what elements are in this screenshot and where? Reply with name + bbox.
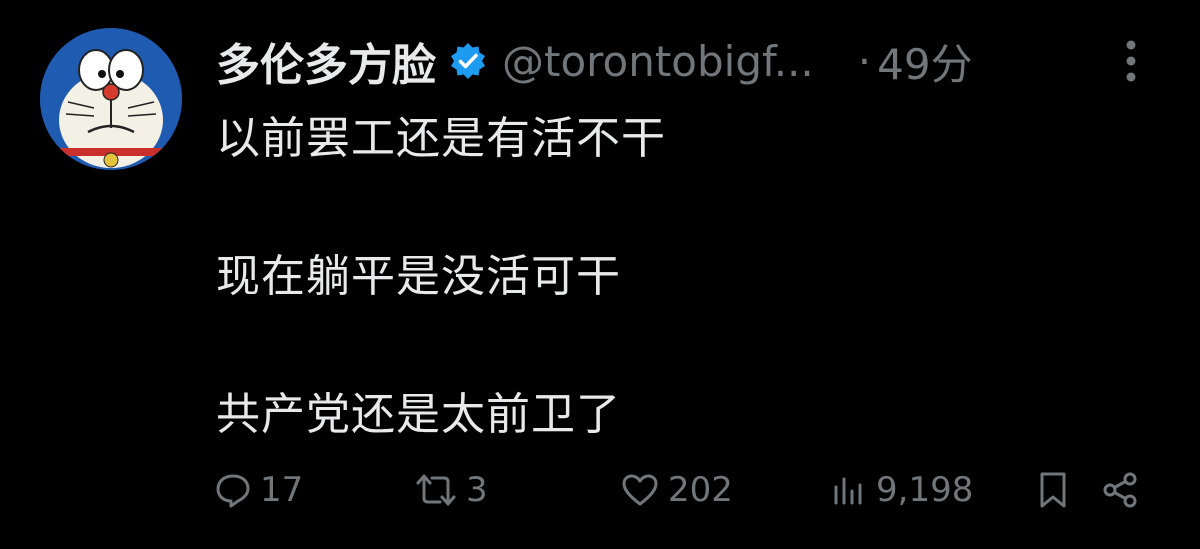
more-vertical-icon[interactable] — [1118, 38, 1144, 84]
share-button[interactable] — [1100, 462, 1140, 518]
share-icon — [1103, 472, 1137, 508]
views-count: 9,198 — [876, 470, 974, 510]
verified-badge-icon — [448, 41, 488, 81]
tweet: 多伦多方脸 @torontobigf... · 49分 以前罢工还是有活不干 现… — [0, 0, 1200, 549]
handle[interactable]: @torontobigf... — [502, 37, 814, 86]
heart-icon — [622, 474, 658, 506]
like-count: 202 — [668, 470, 733, 510]
bookmark-button[interactable] — [1036, 462, 1070, 518]
separator-dot: · — [857, 36, 872, 86]
tweet-header: 多伦多方脸 @torontobigf... · 49分 — [216, 30, 973, 92]
tweet-text-line: 以前罢工还是有活不干 — [216, 113, 666, 164]
display-name[interactable]: 多伦多方脸 — [216, 29, 436, 93]
views-button[interactable]: 9,198 — [830, 462, 973, 518]
reply-button[interactable]: 17 — [214, 462, 303, 518]
reply-count: 17 — [260, 470, 304, 510]
like-button[interactable]: 202 — [620, 462, 733, 518]
retweet-button[interactable]: 3 — [414, 462, 488, 518]
action-bar: 17 3 202 9,198 — [0, 462, 1200, 518]
retweet-count: 3 — [466, 470, 488, 510]
bookmark-icon — [1040, 472, 1066, 508]
tweet-text-line: 共产党还是太前卫了 — [216, 389, 621, 440]
views-icon — [834, 477, 862, 505]
retweet-icon — [416, 474, 456, 506]
doraemon-avatar — [40, 28, 182, 170]
reply-icon — [216, 474, 250, 508]
timestamp[interactable]: 49分 — [877, 31, 972, 92]
avatar[interactable] — [40, 28, 182, 170]
tweet-text-line: 现在躺平是没活可干 — [216, 251, 621, 302]
